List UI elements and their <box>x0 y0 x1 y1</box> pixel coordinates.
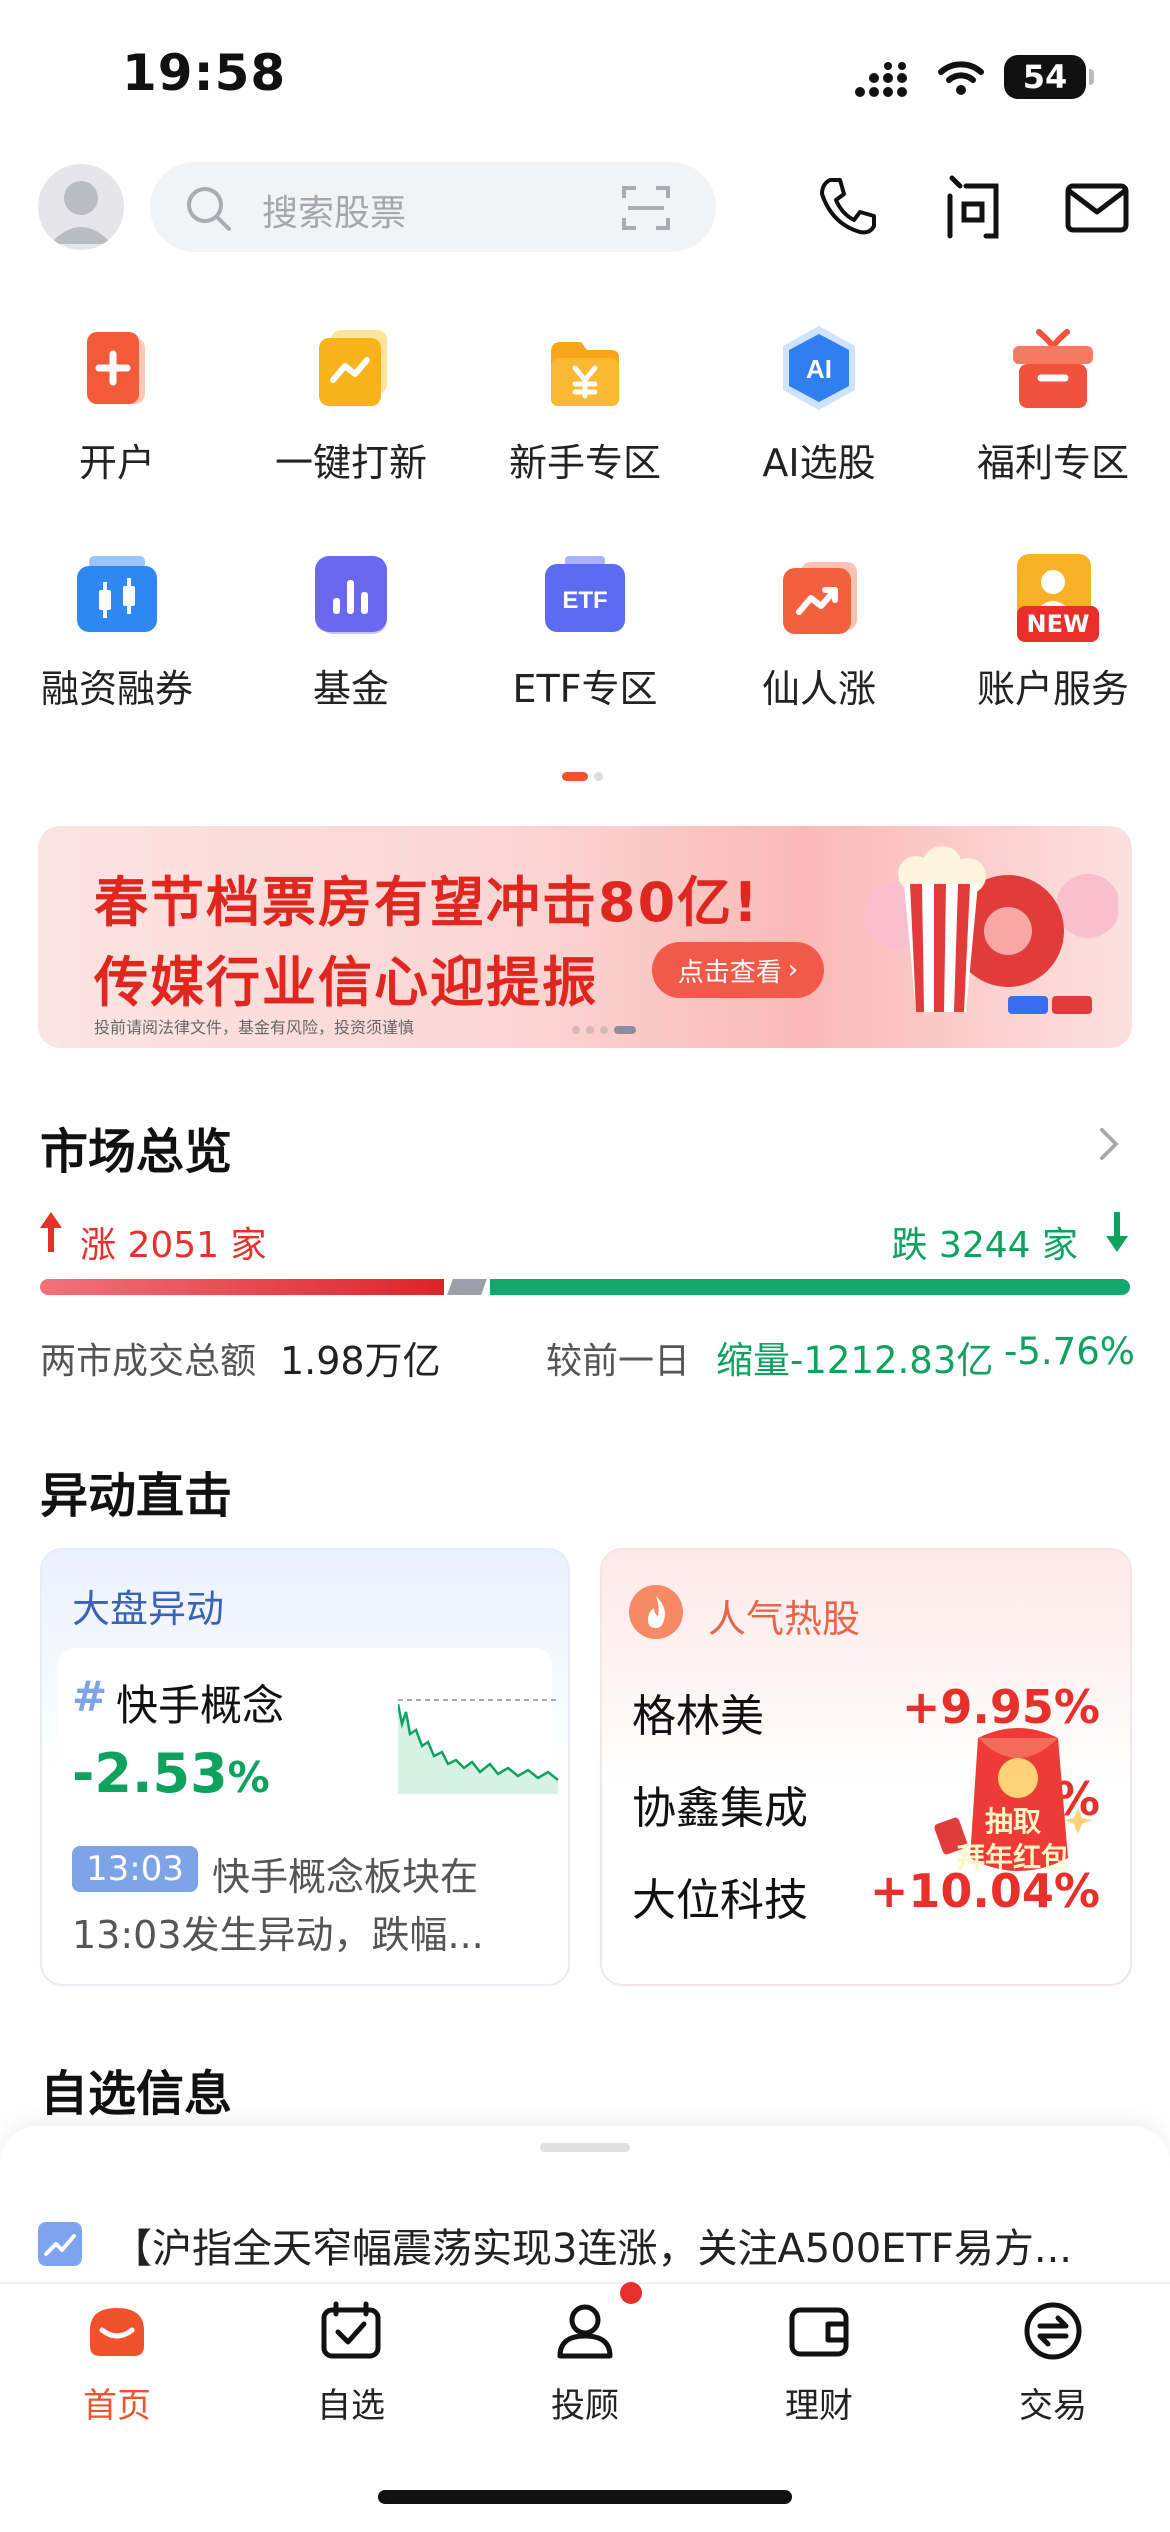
home-indicator[interactable] <box>378 2490 792 2504</box>
fund-icon <box>303 548 399 644</box>
concept-name: 快手概念 <box>116 1681 285 1730</box>
anomaly-desc-line1: 快手概念板块在 <box>212 1855 479 1899</box>
phone-icon[interactable] <box>812 172 882 242</box>
wifi-icon <box>938 61 984 95</box>
flat-bar <box>447 1279 487 1295</box>
hash-icon: # <box>72 1672 108 1721</box>
search-placeholder: 搜索股票 <box>262 193 407 234</box>
up-count: 涨 2051 家 <box>80 1225 267 1266</box>
wallet-icon <box>789 2307 849 2357</box>
market-anomaly-card[interactable]: 大盘异动 # 快手概念 -2.53% 13:03 快手概念板块在 13:03发生… <box>40 1548 570 1986</box>
battery-level: 54 <box>1022 58 1068 96</box>
hot-stock-name[interactable]: 格林美 <box>632 1680 764 1744</box>
ipo-icon <box>303 322 399 418</box>
shortcut-newbie[interactable]: 新手专区 <box>468 322 702 487</box>
compare-label: 较前一日 <box>546 1341 691 1382</box>
time-tag: 13:03 <box>72 1846 198 1892</box>
down-count: 跌 3244 家 <box>891 1225 1078 1266</box>
market-title: 市场总览 <box>40 1124 233 1180</box>
banner-disclaimer: 投前请阅法律文件，基金有风险，投资须谨慎 <box>94 1018 415 1037</box>
avatar[interactable] <box>38 164 124 250</box>
svg-text:ETF: ETF <box>562 587 607 614</box>
watchlist-title: 自选信息 <box>40 2066 233 2122</box>
red-envelope-promo[interactable]: 抽取 拜年红包 <box>918 1708 1108 1898</box>
tab-divider <box>0 2282 1170 2284</box>
sparkline-chart <box>398 1699 559 1794</box>
shortcut-open-account[interactable]: 开户 <box>0 322 234 487</box>
advisor-icon <box>557 2304 613 2359</box>
notification-dot <box>620 2282 642 2304</box>
hot-stock-name[interactable]: 协鑫集成 <box>632 1772 808 1836</box>
hot-title: 人气热股 <box>708 1597 861 1641</box>
banner-line2: 传媒行业信心迎提振 <box>94 951 598 1014</box>
shortcut-gift[interactable]: 福利专区 <box>936 322 1170 487</box>
volume-label: 两市成交总额 <box>40 1341 257 1382</box>
promo-banner[interactable]: 春节档票房有望冲击80亿! 传媒行业信心迎提振 点击查看 › 投前请阅法律文件，基… <box>38 826 1132 1048</box>
open-account-icon <box>69 322 165 418</box>
home-icon <box>90 2308 144 2356</box>
tab-home[interactable]: 首页 <box>0 2296 234 2427</box>
account-service-icon: NEW <box>1005 548 1101 644</box>
ai-pick-icon: AI <box>771 322 867 418</box>
watchlist-icon <box>321 2301 381 2359</box>
up-bar <box>40 1279 444 1295</box>
movers-title: 异动直击 <box>40 1468 233 1524</box>
rise-icon <box>771 548 867 644</box>
volume-value: 1.98万亿 <box>280 1339 441 1383</box>
newbie-icon <box>537 322 633 418</box>
fire-icon <box>629 1585 683 1639</box>
chevron-right-icon[interactable] <box>1094 1124 1124 1164</box>
promo-line2: 拜年红包 <box>956 1841 1069 1874</box>
shortcut-account-service[interactable]: NEW 账户服务 <box>936 548 1170 713</box>
ask-icon[interactable] <box>938 172 1008 242</box>
tab-advisor[interactable]: 投顾 <box>468 2282 702 2427</box>
card-title: 大盘异动 <box>72 1587 225 1631</box>
trend-icon <box>38 2222 82 2266</box>
tab-watchlist[interactable]: 自选 <box>234 2296 468 2427</box>
shortcut-etf[interactable]: ETF ETF专区 <box>468 548 702 713</box>
status-time: 19:58 <box>122 44 287 102</box>
promo-line1: 抽取 <box>984 1805 1041 1838</box>
banner-line1: 春节档票房有望冲击80亿! <box>94 871 760 934</box>
hot-stocks-card[interactable]: 人气热股 格林美 +9.95% 协鑫集成 % 大位科技 +10.04% 抽取 拜… <box>600 1548 1132 1986</box>
popcorn-illustration <box>864 846 1118 1014</box>
anomaly-desc-line2: 13:03发生异动，跌幅... <box>72 1913 484 1957</box>
down-bar <box>490 1279 1130 1295</box>
shortcut-ai-pick[interactable]: AI AI选股 <box>702 322 936 487</box>
search-icon <box>187 187 231 231</box>
gift-icon <box>1005 322 1101 418</box>
scan-icon[interactable] <box>620 182 672 234</box>
sheet-handle[interactable] <box>540 2143 630 2152</box>
mail-icon[interactable] <box>1062 172 1132 242</box>
trade-icon <box>1024 2302 1082 2360</box>
shortcut-fund[interactable]: 基金 <box>234 548 468 713</box>
etf-icon: ETF <box>537 548 633 644</box>
arrow-down-icon <box>1106 1212 1128 1252</box>
anomaly-inner: # 快手概念 -2.53% <box>58 1648 559 1828</box>
search-bar[interactable]: 搜索股票 <box>150 162 716 252</box>
shortcut-rise[interactable]: 仙人涨 <box>702 548 936 713</box>
tab-trade[interactable]: 交易 <box>936 2296 1170 2427</box>
arrow-up-icon <box>40 1212 62 1252</box>
news-item[interactable]: 【沪指全天窄幅震荡实现3连涨，关注A500ETF易方... <box>112 2216 1072 2274</box>
shortcut-margin[interactable]: 融资融券 <box>0 548 234 713</box>
hot-stock-name[interactable]: 大位科技 <box>632 1864 808 1928</box>
tab-wealth[interactable]: 理财 <box>702 2296 936 2427</box>
volume-change: 缩量-1212.83亿 <box>716 1339 994 1382</box>
svg-text:AI: AI <box>806 354 832 384</box>
shortcut-ipo[interactable]: 一键打新 <box>234 322 468 487</box>
banner-button[interactable]: 点击查看 › <box>652 942 824 998</box>
battery-icon: 54 <box>1004 55 1094 99</box>
cellular-signal-icon <box>855 62 907 97</box>
margin-icon <box>69 548 165 644</box>
concept-change: -2.53% <box>72 1742 270 1805</box>
volume-change-pct: -5.76% <box>1004 1330 1135 1373</box>
new-badge: NEW <box>1017 606 1099 642</box>
